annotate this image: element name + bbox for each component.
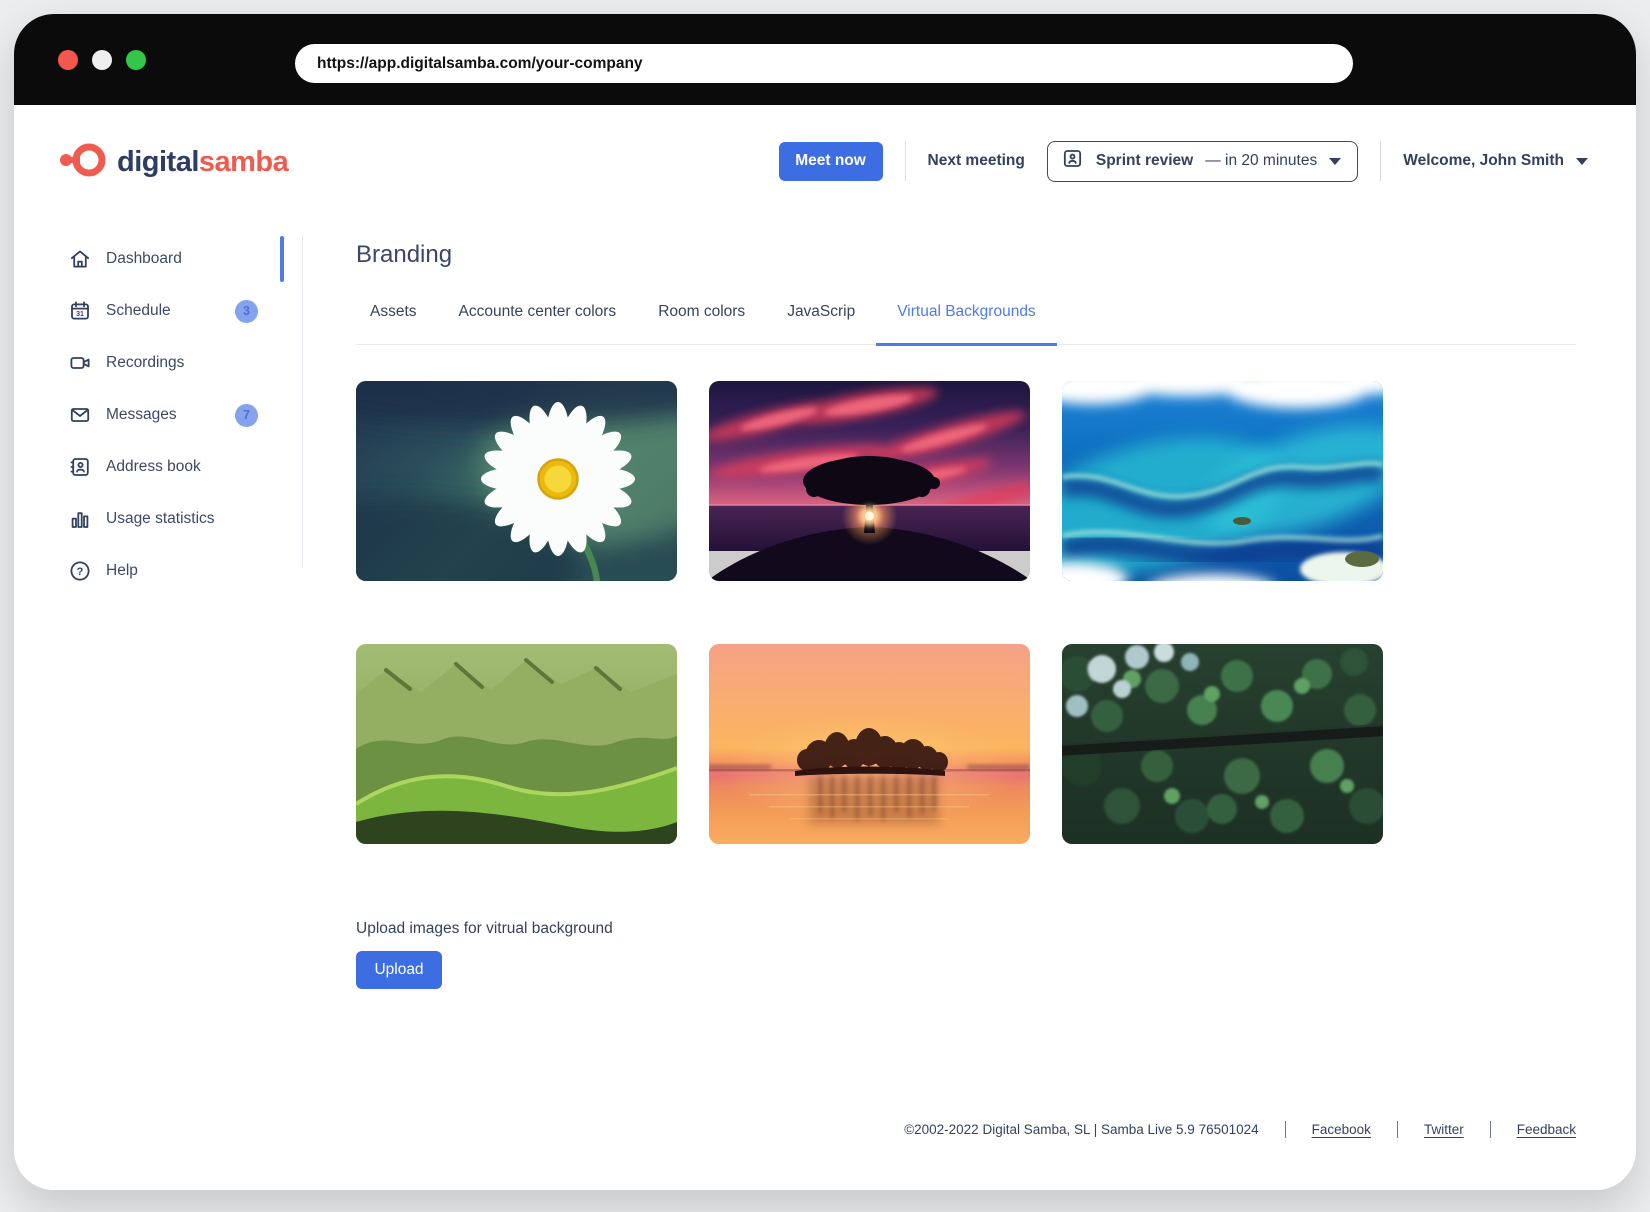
logo-word-samba: samba [199,146,288,178]
notification-badge: 3 [235,300,258,323]
logo-icon [58,141,106,184]
meeting-time: — in 20 minutes [1205,152,1317,170]
close-window-button[interactable] [58,50,78,70]
meet-now-button[interactable]: Meet now [779,142,883,181]
browser-chrome: https://app.digitalsamba.com/your-compan… [14,14,1636,105]
upload-caption: Upload images for vitrual background [356,920,1576,938]
footer-link-feedback[interactable]: Feedback [1517,1122,1576,1137]
user-menu[interactable]: Welcome, John Smith [1403,152,1588,170]
footer-divider [1285,1121,1286,1138]
calendar-icon: 31 [68,299,92,323]
logo-wordmark: digitalsamba [117,146,288,179]
sidebar-item-usage-statistics[interactable]: Usage statistics [68,493,258,545]
sidebar-nav: Dashboard 31 Schedule 3 Recordings Messages 7 A… [68,233,258,597]
sidebar-item-schedule[interactable]: 31 Schedule 3 [68,285,258,337]
url-bar[interactable]: https://app.digitalsamba.com/your-compan… [295,44,1353,83]
header-actions: Meet now Next meeting Sprint review — in… [779,140,1588,182]
active-item-indicator [280,236,284,282]
tab-javascrip[interactable]: JavaScrip [766,303,876,344]
next-meeting-dropdown[interactable]: Sprint review — in 20 minutes [1047,141,1358,182]
footer: ©2002-2022 Digital Samba, SL | Samba Liv… [904,1121,1576,1138]
sidebar-divider [302,235,303,567]
sidebar-item-label: Dashboard [106,250,182,268]
welcome-label: Welcome, John Smith [1403,152,1564,170]
question-circle-icon: ? [68,559,92,583]
contact-card-icon [68,455,92,479]
meeting-title: Sprint review [1096,152,1193,170]
page-title: Branding [356,241,1576,269]
footer-link-twitter[interactable]: Twitter [1424,1122,1464,1137]
virtual-background-daisy-flower[interactable] [356,381,677,581]
upload-button[interactable]: Upload [356,951,442,989]
sidebar-item-label: Usage statistics [106,510,215,528]
window-controls [58,50,146,70]
url-text: https://app.digitalsamba.com/your-compan… [317,55,643,73]
header-divider [905,141,906,181]
browser-window: https://app.digitalsamba.com/your-compan… [14,14,1636,1190]
header-divider [1380,141,1381,181]
footer-links: Facebook Twitter Feedback [1285,1121,1576,1138]
sidebar-item-messages[interactable]: Messages 7 [68,389,258,441]
meeting-card-icon [1061,147,1084,175]
virtual-background-sunset-tree[interactable] [709,381,1030,581]
tab-room-colors[interactable]: Room colors [637,303,766,344]
footer-link-facebook[interactable]: Facebook [1312,1122,1371,1137]
chevron-down-icon [1576,158,1588,165]
app-body: digitalsamba Meet now Next meeting Sprin… [14,105,1636,1190]
virtual-background-aerial-forest-road[interactable] [1062,644,1383,844]
virtual-backgrounds-gallery [356,381,1576,844]
virtual-background-green-hills[interactable] [356,644,677,844]
tab-accounte-center-colors[interactable]: Accounte center colors [438,303,638,344]
sidebar-item-label: Recordings [106,354,184,372]
digitalsamba-logo: digitalsamba [58,141,288,184]
bar-chart-icon [68,507,92,531]
tab-bar: AssetsAccounte center colorsRoom colorsJ… [356,303,1576,345]
video-camera-icon [68,351,92,375]
virtual-background-orange-sunset-island[interactable] [709,644,1030,844]
chevron-down-icon [1329,158,1341,165]
svg-text:?: ? [77,566,84,578]
home-icon [68,247,92,271]
copyright-text: ©2002-2022 Digital Samba, SL | Samba Liv… [904,1122,1258,1137]
sidebar-item-address-book[interactable]: Address book [68,441,258,493]
sidebar-item-dashboard[interactable]: Dashboard [68,233,258,285]
tab-virtual-backgrounds[interactable]: Virtual Backgrounds [876,303,1056,346]
minimize-window-button[interactable] [92,50,112,70]
main-content: Branding AssetsAccounte center colorsRoo… [356,241,1576,989]
sidebar-item-label: Schedule [106,302,171,320]
notification-badge: 7 [235,404,258,427]
logo-word-digital: digital [117,146,199,178]
tab-assets[interactable]: Assets [356,303,438,344]
next-meeting-label: Next meeting [928,152,1025,170]
footer-divider [1397,1121,1398,1138]
footer-divider [1490,1121,1491,1138]
envelope-icon [68,403,92,427]
maximize-window-button[interactable] [126,50,146,70]
sidebar-item-recordings[interactable]: Recordings [68,337,258,389]
sidebar-item-label: Messages [106,406,177,424]
sidebar-item-label: Help [106,562,138,580]
virtual-background-aerial-ocean[interactable] [1062,381,1383,581]
svg-text:31: 31 [76,311,84,318]
sidebar-item-help[interactable]: ? Help [68,545,258,597]
sidebar-item-label: Address book [106,458,201,476]
